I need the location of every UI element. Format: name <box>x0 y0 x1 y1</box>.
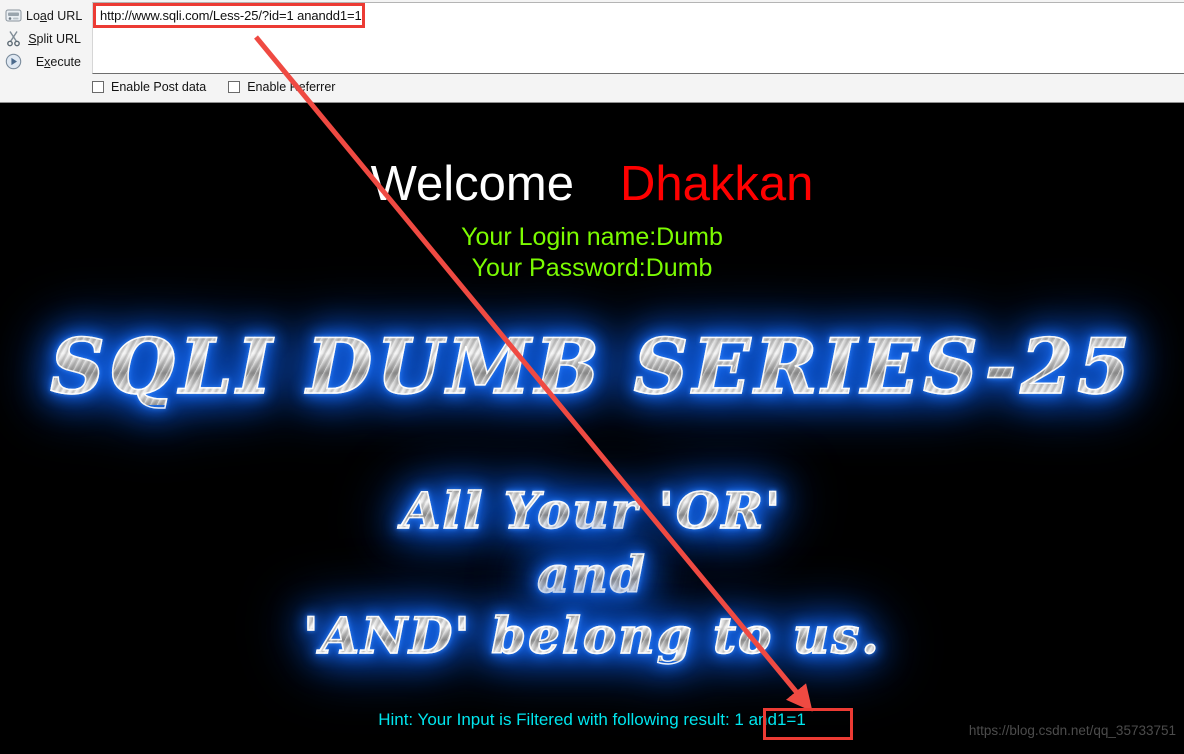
execute-label: Execute <box>35 54 81 69</box>
hint-prefix-text: Hint: Your Input is Filtered with follow… <box>378 710 735 729</box>
toolbar-options: Enable Post data Enable Referrer <box>92 80 335 94</box>
browser-screenshot: Load URL Split URL Execute http://www.sq… <box>0 0 1184 754</box>
page-title: SQLI DUMB SERIES-25 <box>0 328 1184 405</box>
checkbox-square-icon[interactable] <box>92 81 104 93</box>
enable-referrer-checkbox[interactable]: Enable Referrer <box>228 80 335 94</box>
subtitle-line-1: All Your 'OR' <box>0 485 1184 536</box>
checkbox-square-icon[interactable] <box>228 81 241 93</box>
scissors-icon <box>0 29 26 49</box>
disk-icon <box>0 6 26 26</box>
sqli-labs-page: Welcome Dhakkan Your Login name:Dumb Your… <box>0 103 1184 754</box>
subtitle-line-3: 'AND' belong to us. <box>0 610 1184 661</box>
password-text: Your Password:Dumb <box>471 254 713 282</box>
username-text: Dhakkan <box>619 157 814 211</box>
hint-result-text: 1 and1=1 <box>734 710 806 729</box>
enable-post-data-label: Enable Post data <box>111 80 207 94</box>
login-name-text: Your Login name:Dumb <box>461 223 723 251</box>
enable-post-data-checkbox[interactable]: Enable Post data <box>92 80 206 94</box>
split-url-button[interactable]: Split URL <box>0 27 90 50</box>
enable-referrer-label: Enable Referrer <box>247 80 336 94</box>
toolbar-action-list: Load URL Split URL Execute <box>0 0 90 78</box>
execute-button[interactable]: Execute <box>0 50 90 73</box>
url-input[interactable]: http://www.sqli.com/Less-25/?id=1 anandd… <box>92 2 1184 74</box>
welcome-heading: Welcome Dhakkan <box>0 160 1184 209</box>
execute-play-icon <box>0 52 26 72</box>
url-input-value: http://www.sqli.com/Less-25/?id=1 anandd… <box>100 8 362 23</box>
load-url-button[interactable]: Load URL <box>0 4 90 27</box>
csdn-watermark: https://blog.csdn.net/qq_35733751 <box>968 723 1176 738</box>
load-url-label: Load URL <box>26 8 83 23</box>
subtitle-line-2: and <box>0 549 1184 600</box>
hackbar-toolbar: Load URL Split URL Execute http://www.sq… <box>0 0 1184 103</box>
welcome-text: Welcome <box>370 157 574 211</box>
split-url-label: Split URL <box>28 31 81 46</box>
